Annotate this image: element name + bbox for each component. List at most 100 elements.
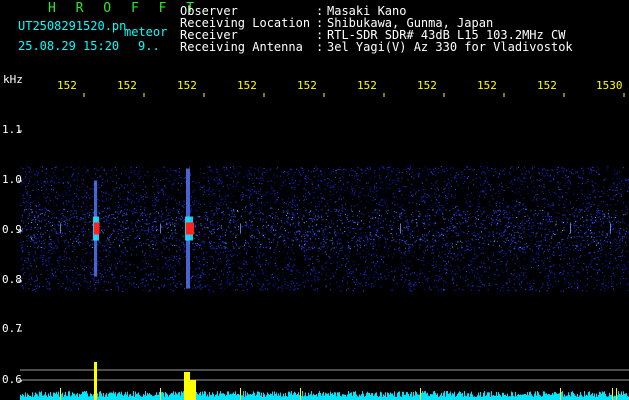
noise-pixel	[312, 270, 314, 272]
noise-pixel	[518, 213, 520, 215]
noise-pixel	[48, 288, 50, 290]
noise-pixel	[382, 166, 384, 168]
noise-pixel	[528, 229, 530, 231]
noise-pixel	[357, 249, 358, 251]
noise-pixel	[265, 247, 267, 248]
noise-pixel	[283, 210, 285, 212]
noise-pixel	[581, 231, 583, 233]
noise-pixel	[98, 240, 100, 242]
noise-pixel	[286, 287, 288, 289]
noise-pixel	[238, 261, 240, 263]
noise-pixel	[29, 194, 31, 196]
noise-pixel	[415, 191, 417, 193]
noise-pixel	[566, 239, 568, 241]
noise-pixel	[329, 283, 331, 285]
noise-pixel	[106, 217, 108, 219]
noise-pixel	[448, 219, 450, 221]
noise-pixel	[411, 272, 413, 274]
noise-pixel	[615, 245, 617, 247]
noise-pixel	[229, 184, 231, 185]
noise-pixel	[472, 258, 474, 260]
noise-pixel	[510, 251, 511, 253]
noise-pixel	[199, 247, 201, 249]
noise-pixel	[617, 223, 619, 225]
noise-pixel	[48, 249, 50, 251]
noise-pixel	[157, 276, 159, 278]
noise-pixel	[241, 192, 243, 194]
noise-pixel	[330, 248, 332, 250]
noise-pixel	[21, 248, 23, 250]
noise-pixel	[558, 218, 560, 220]
noise-pixel	[377, 261, 379, 262]
noise-pixel	[109, 236, 110, 238]
noise-pixel	[60, 285, 62, 287]
noise-pixel	[492, 218, 494, 220]
noise-pixel	[200, 288, 202, 290]
noise-pixel	[95, 173, 96, 175]
noise-pixel	[468, 272, 470, 274]
noise-pixel	[58, 261, 60, 262]
noise-pixel	[503, 235, 504, 237]
noise-pixel	[435, 235, 437, 236]
noise-pixel	[624, 179, 626, 181]
noise-pixel	[510, 217, 511, 219]
noise-pixel	[270, 276, 272, 278]
noise-pixel	[158, 171, 160, 173]
noise-pixel	[143, 289, 145, 291]
noise-pixel	[391, 225, 393, 226]
noise-pixel	[277, 278, 279, 280]
noise-pixel	[579, 280, 581, 282]
noise-pixel	[535, 253, 537, 255]
noise-pixel	[346, 182, 348, 184]
noise-pixel	[409, 282, 411, 284]
noise-pixel	[260, 177, 262, 179]
noise-pixel	[103, 249, 105, 251]
noise-pixel	[365, 270, 366, 272]
noise-pixel	[35, 170, 37, 172]
noise-pixel	[302, 246, 304, 248]
noise-pixel	[312, 231, 314, 233]
noise-pixel	[432, 184, 434, 186]
noise-pixel	[104, 207, 106, 209]
noise-pixel	[355, 228, 357, 230]
noise-pixel	[20, 184, 22, 186]
noise-pixel	[271, 187, 273, 189]
noise-pixel	[515, 290, 517, 292]
noise-pixel	[602, 244, 604, 246]
noise-pixel	[283, 238, 285, 240]
noise-pixel	[175, 169, 177, 171]
noise-pixel	[606, 203, 608, 205]
noise-pixel	[466, 240, 468, 242]
noise-pixel	[563, 244, 565, 246]
noise-pixel	[326, 285, 327, 287]
noise-pixel	[394, 180, 396, 182]
noise-pixel	[261, 173, 263, 174]
noise-pixel	[625, 267, 627, 269]
noise-pixel	[373, 228, 375, 230]
noise-pixel	[69, 289, 71, 291]
noise-pixel	[561, 240, 563, 242]
noise-pixel	[531, 227, 533, 229]
noise-pixel	[451, 180, 452, 182]
noise-pixel	[34, 280, 36, 282]
noise-pixel	[293, 214, 295, 216]
noise-pixel	[549, 248, 550, 250]
noise-pixel	[212, 171, 214, 172]
noise-pixel	[324, 184, 326, 186]
noise-pixel	[192, 244, 194, 246]
noise-pixel	[424, 276, 426, 278]
noise-pixel	[446, 203, 448, 205]
noise-pixel	[412, 211, 413, 213]
noise-pixel	[477, 206, 479, 207]
noise-pixel	[333, 250, 335, 252]
noise-pixel	[403, 209, 405, 211]
noise-pixel	[216, 169, 218, 171]
noise-pixel	[304, 286, 305, 288]
noise-pixel	[564, 205, 566, 207]
noise-pixel	[61, 272, 63, 274]
noise-pixel	[502, 271, 504, 273]
noise-pixel	[28, 208, 30, 210]
noise-pixel	[62, 204, 64, 206]
noise-pixel	[312, 224, 313, 226]
noise-pixel	[153, 237, 155, 239]
